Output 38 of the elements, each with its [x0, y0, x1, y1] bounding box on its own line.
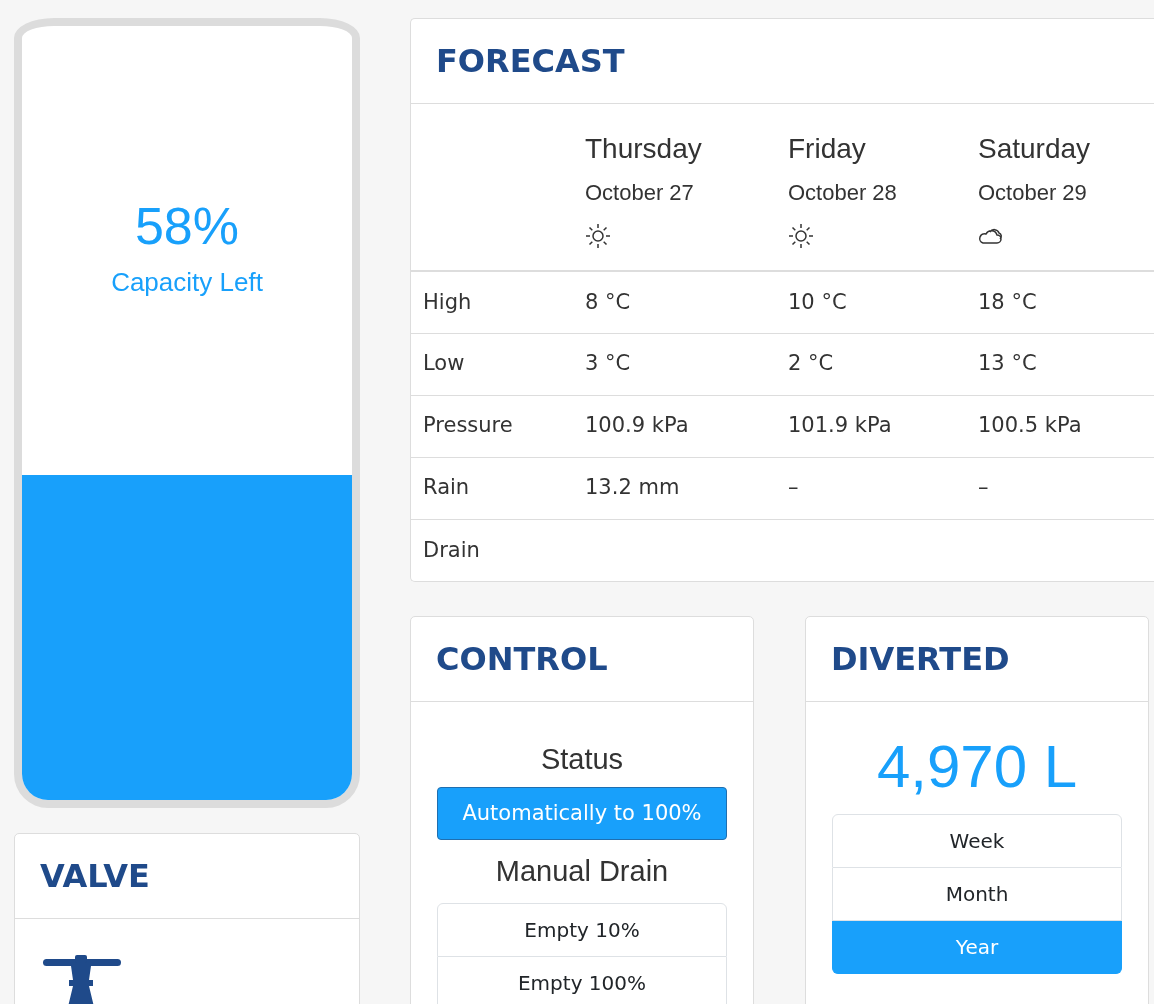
table-cell: 101.9 kPa — [788, 413, 892, 438]
period-option[interactable]: Week — [832, 814, 1122, 868]
capacity-label: Capacity Left — [111, 266, 263, 300]
manual-drain-label: Manual Drain — [495, 854, 669, 890]
card-title: VALVE — [40, 857, 150, 895]
table-cell: 100.5 kPa — [978, 413, 1082, 438]
table-cell: 10 °C — [788, 289, 847, 314]
row-label: Rain — [423, 475, 470, 500]
table-cell: 2 °C — [788, 351, 834, 376]
day-date: October 29 — [978, 178, 1088, 207]
table-cell: 13.2 mm — [585, 475, 680, 500]
period-option[interactable]: Month — [832, 868, 1122, 921]
sun-icon — [585, 222, 611, 249]
diverted-amount: 4,970 L — [876, 734, 1078, 800]
table-cell: – — [978, 475, 989, 500]
day-name: Friday — [788, 132, 867, 166]
table-cell: 13 °C — [978, 351, 1037, 376]
status-label: Status — [540, 742, 624, 777]
day-name: Thursday — [585, 132, 703, 166]
table-cell: – — [788, 475, 799, 500]
card-title: FORECAST — [436, 42, 625, 80]
table-cell: 8 °C — [585, 289, 631, 314]
table-cell: 18 °C — [978, 289, 1037, 314]
drain-button[interactable]: Empty 10% — [437, 903, 727, 958]
row-label: Drain — [423, 537, 480, 562]
row-label: Pressure — [423, 413, 513, 438]
table-cell: 3 °C — [585, 351, 631, 376]
day-name: Saturday — [978, 132, 1092, 166]
row-label: Low — [423, 351, 465, 376]
capacity-percent: 58% — [134, 198, 240, 256]
card-title: CONTROL — [436, 640, 608, 678]
day-date: October 28 — [788, 178, 898, 207]
sun-icon — [788, 222, 814, 249]
row-label: High — [423, 289, 472, 314]
card-title: DIVERTED — [831, 640, 1010, 678]
drain-button[interactable]: Empty 100% — [437, 957, 727, 1004]
table-cell: 100.9 kPa — [585, 413, 689, 438]
day-date: October 27 — [585, 178, 695, 207]
